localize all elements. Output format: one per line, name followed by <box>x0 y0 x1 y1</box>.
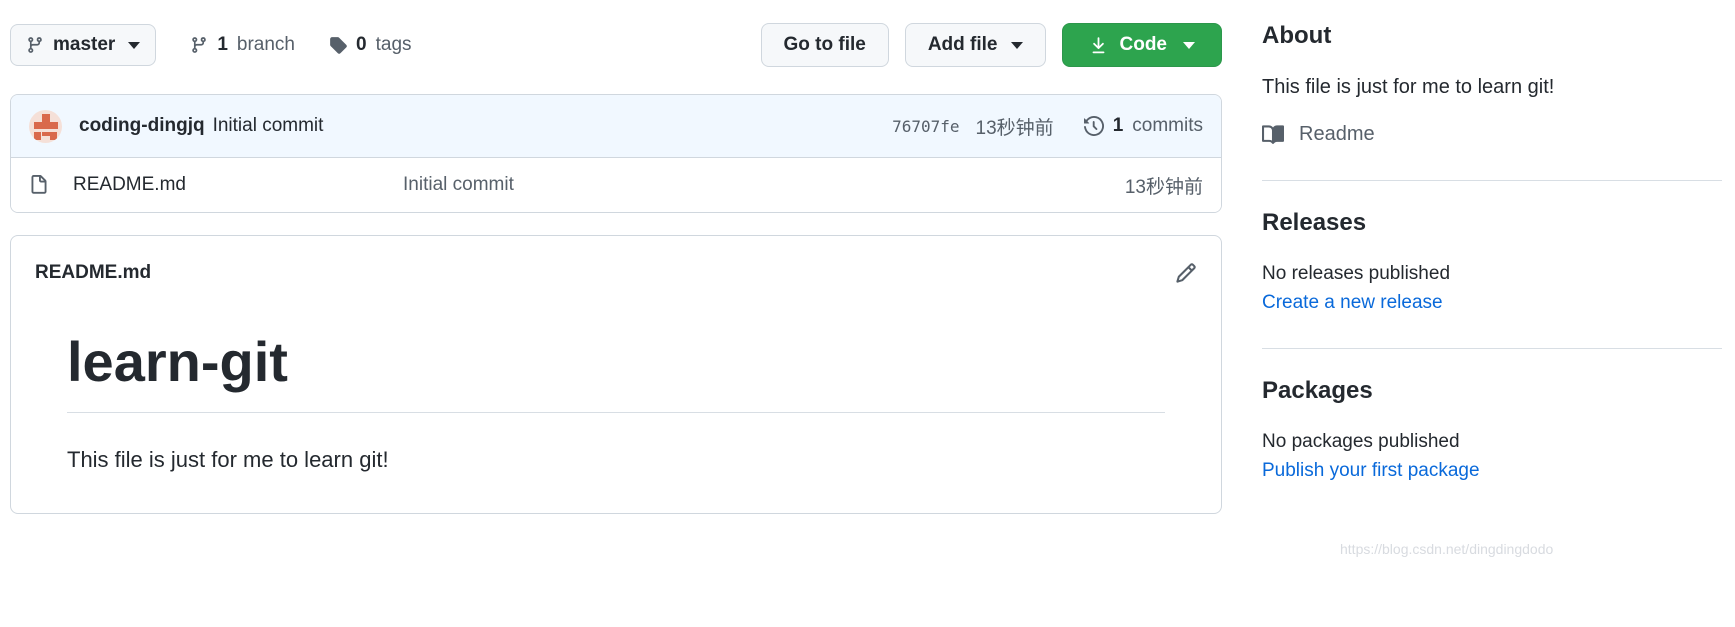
tag-count-label: tags <box>375 34 412 55</box>
branch-count-label: branch <box>236 34 296 55</box>
toolbar-actions: Go to file Add file Code <box>760 23 1222 67</box>
commits-count-value: 1 <box>1112 115 1124 136</box>
readme-paragraph: This file is just for me to learn git! <box>67 447 389 473</box>
tag-icon <box>329 36 347 54</box>
about-description: This file is just for me to learn git! <box>1262 76 1555 98</box>
readme-heading: learn-git <box>67 330 1165 414</box>
packages-empty-note: No packages published <box>1262 431 1460 452</box>
history-clock-icon <box>1083 116 1104 136</box>
create-release-link[interactable]: Create a new release <box>1262 292 1722 314</box>
tag-count-value: 0 <box>356 34 367 55</box>
latest-commit-row: coding-dingjq Initial commit 76707fe 13秒… <box>11 95 1221 158</box>
code-button[interactable]: Code <box>1061 23 1222 67</box>
readme-card: README.md learn-git This file is just fo… <box>10 235 1222 515</box>
chevron-down-icon <box>1010 41 1023 49</box>
chevron-down-icon <box>128 41 141 49</box>
publish-package-link[interactable]: Publish your first package <box>1262 460 1722 482</box>
pencil-icon[interactable] <box>1175 262 1197 284</box>
readme-rendered-content: learn-git This file is just for me to le… <box>35 330 1197 473</box>
branch-selector-button[interactable]: master <box>10 24 157 66</box>
file-name-link[interactable]: README.md <box>73 174 403 196</box>
commit-sha[interactable]: 76707fe <box>892 117 959 136</box>
code-button-label: Code <box>1119 34 1168 55</box>
branch-icon <box>190 36 208 54</box>
repo-page: master 1 branch 0 tags Go to file Add fi… <box>0 0 1735 627</box>
about-section: About This file is just for me to learn … <box>1262 22 1722 181</box>
download-icon <box>1089 36 1108 55</box>
repo-toolbar: master 1 branch 0 tags Go to file Add fi… <box>10 0 1222 68</box>
releases-empty-note: No releases published <box>1262 263 1451 284</box>
book-icon <box>1262 124 1284 146</box>
add-file-label: Add file <box>927 34 998 55</box>
releases-section: Releases No releases published Create a … <box>1262 181 1722 349</box>
tag-count[interactable]: 0 tags <box>329 34 412 56</box>
file-browser-box: coding-dingjq Initial commit 76707fe 13秒… <box>10 94 1222 213</box>
commit-timestamp: 13秒钟前 <box>975 117 1054 139</box>
file-icon <box>29 175 49 195</box>
watermark: https://blog.csdn.net/dingdingdodo <box>1340 541 1554 557</box>
repo-sidebar: About This file is just for me to learn … <box>1262 0 1722 482</box>
commits-count-link[interactable]: 1 commits <box>1083 115 1203 137</box>
branch-count-value: 1 <box>217 34 228 55</box>
avatar[interactable] <box>29 109 62 143</box>
packages-section: Packages No packages published Publish y… <box>1262 349 1722 482</box>
table-row[interactable]: README.md Initial commit 13秒钟前 <box>11 158 1221 212</box>
main-content-column: master 1 branch 0 tags Go to file Add fi… <box>10 0 1222 515</box>
branch-icon <box>26 36 44 54</box>
releases-title: Releases <box>1262 209 1367 236</box>
file-timestamp: 13秒钟前 <box>1124 176 1203 198</box>
branch-selector-label: master <box>53 34 116 55</box>
readme-header: README.md <box>35 262 1197 284</box>
packages-title: Packages <box>1262 377 1373 404</box>
commit-message[interactable]: Initial commit <box>213 115 324 137</box>
readme-link[interactable]: Readme <box>1262 123 1722 146</box>
commit-author[interactable]: coding-dingjq <box>79 115 205 137</box>
readme-filename: README.md <box>35 262 152 283</box>
go-to-file-button[interactable]: Go to file <box>760 23 889 67</box>
chevron-down-icon <box>1183 41 1195 49</box>
about-title: About <box>1262 22 1332 49</box>
commits-count-label: commits <box>1132 115 1203 136</box>
go-to-file-label: Go to file <box>783 34 866 55</box>
add-file-button[interactable]: Add file <box>904 23 1046 67</box>
file-commit-message[interactable]: Initial commit <box>403 174 514 196</box>
readme-link-label: Readme <box>1299 123 1375 145</box>
branch-count[interactable]: 1 branch <box>190 34 295 56</box>
commit-meta: 76707fe 13秒钟前 1 commits <box>892 113 1203 140</box>
